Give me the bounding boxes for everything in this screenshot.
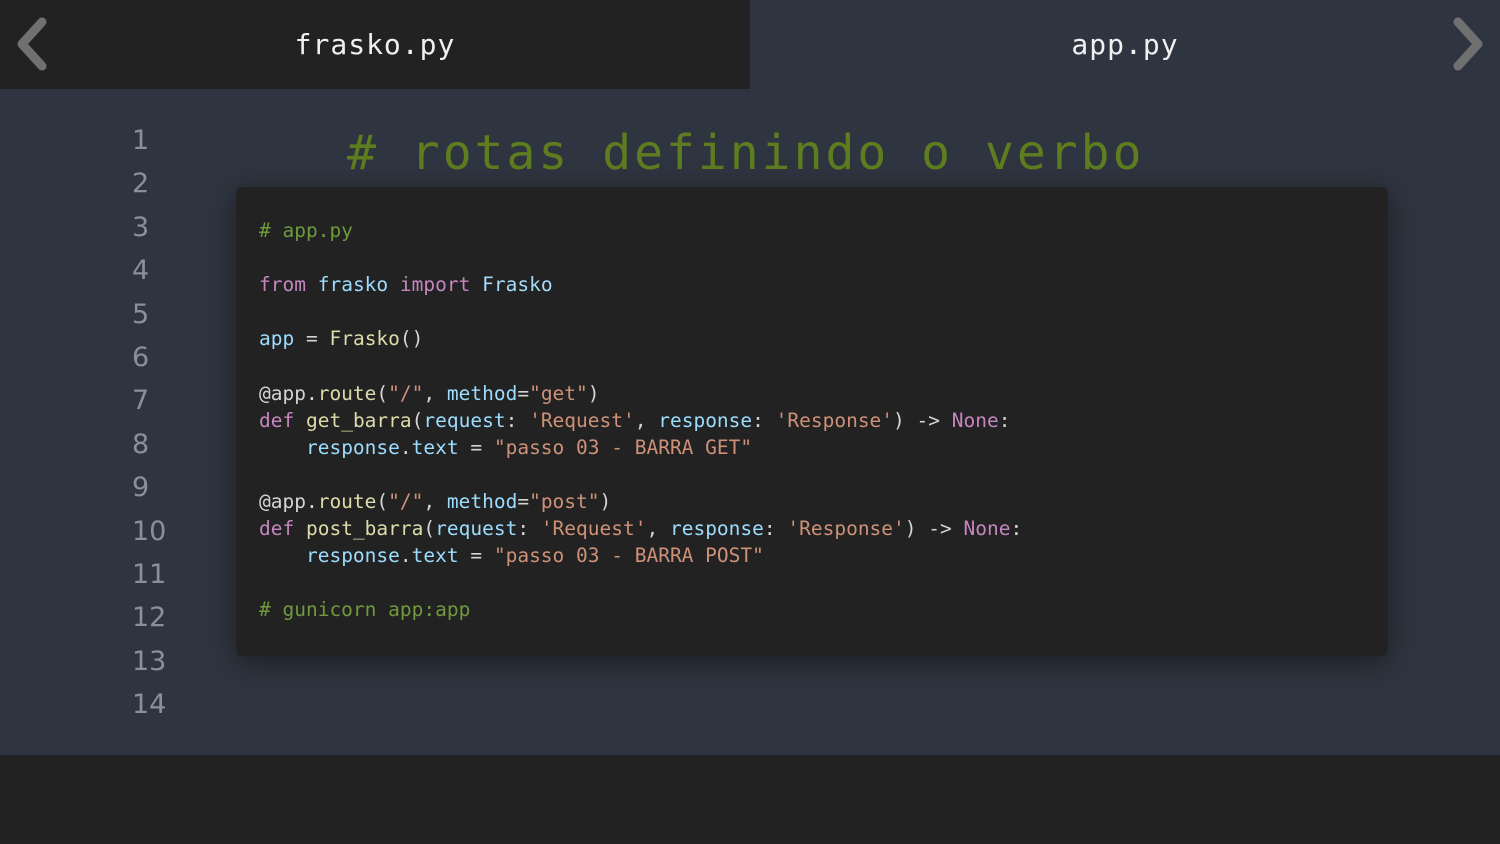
code-line-empty xyxy=(259,244,1022,271)
code-param: request xyxy=(435,517,518,541)
code-line: response.text = "passo 03 - BARRA GET" xyxy=(305,435,753,459)
code-arrow: -> xyxy=(916,517,964,541)
line-number: 12 xyxy=(132,602,167,634)
code-function: get_barra xyxy=(305,408,412,432)
code-line: def post_barra(request: 'Request', respo… xyxy=(259,517,1023,541)
code-string: 'Response' xyxy=(775,408,894,432)
code-decorator: @app. xyxy=(259,489,318,513)
chevron-left-icon[interactable] xyxy=(12,16,52,72)
tab-label: frasko.py xyxy=(294,28,456,61)
line-number: 10 xyxy=(132,515,167,547)
code-function: post_barra xyxy=(305,517,424,541)
code-line: response.text = "passo 03 - BARRA POST" xyxy=(305,544,764,568)
code-line-empty xyxy=(259,461,1022,488)
code-line: from frasko import Frasko xyxy=(259,271,1022,298)
code-string: "passo 03 - BARRA POST" xyxy=(493,544,764,568)
code-line: def get_barra(request: 'Request', respon… xyxy=(259,408,1011,432)
code-line: # app.py xyxy=(259,217,1022,244)
code-variable: response xyxy=(305,544,400,568)
code-param: request xyxy=(423,408,506,432)
line-number: 8 xyxy=(132,428,150,460)
code-keyword: from xyxy=(259,273,306,297)
code-function: route xyxy=(317,381,377,405)
code-string: 'Response' xyxy=(787,517,905,541)
code-string: 'Request' xyxy=(529,408,635,432)
editor-area: 1 2 3 4 5 6 7 8 9 10 11 12 13 14 # rotas… xyxy=(0,89,1500,755)
line-number: 4 xyxy=(132,255,150,287)
code-variable: app xyxy=(259,327,295,351)
code-string: "passo 03 - BARRA GET" xyxy=(493,435,753,459)
code-panel: # app.py from frasko import Frasko app = F… xyxy=(236,187,1388,656)
code-class: Frasko xyxy=(482,273,553,297)
code-comment: # gunicorn app:app xyxy=(259,598,471,622)
code-attribute: text xyxy=(411,435,459,459)
line-number: 6 xyxy=(132,341,150,373)
code-keyword: def xyxy=(259,517,295,541)
chevron-right-icon[interactable] xyxy=(1448,16,1488,72)
code-param: response xyxy=(669,517,764,541)
code-param: response xyxy=(658,408,753,432)
code-param: method xyxy=(446,489,518,513)
line-number: 1 xyxy=(132,125,150,156)
line-number: 11 xyxy=(132,558,167,590)
code-line-empty xyxy=(259,569,1022,596)
code-string: "/" xyxy=(388,381,424,405)
code-attribute: text xyxy=(411,544,459,568)
code-param: method xyxy=(446,381,518,405)
code-line-empty xyxy=(259,352,1022,379)
code-block: # app.py from frasko import Frasko app = F… xyxy=(259,217,1022,623)
code-line: # gunicorn app:app xyxy=(259,596,1022,623)
line-number-gutter: 1 2 3 4 5 6 7 8 9 10 11 12 13 14 xyxy=(0,119,167,726)
tab-bar: frasko.py app.py xyxy=(0,0,1500,89)
line-number: 2 xyxy=(132,168,150,200)
code-keyword: import xyxy=(399,273,471,297)
code-arrow: -> xyxy=(904,408,952,432)
code-keyword: None xyxy=(951,408,999,432)
code-module: frasko xyxy=(317,273,389,297)
line-number: 7 xyxy=(132,385,150,417)
code-operator: = xyxy=(294,327,330,351)
line-number: 9 xyxy=(132,472,150,504)
code-keyword: None xyxy=(963,517,1011,541)
line-number: 14 xyxy=(132,689,167,721)
code-line: @app.route("/", method="post") xyxy=(259,489,612,513)
slide-heading: # rotas definindo o verbo xyxy=(347,125,1145,181)
code-comment: # app.py xyxy=(259,219,353,242)
footer-bar xyxy=(0,755,1500,844)
line-number: 3 xyxy=(132,211,150,243)
code-string: "get" xyxy=(529,381,588,405)
code-line-empty xyxy=(259,298,1022,325)
code-parens: () xyxy=(399,327,424,351)
tab-frasko-py[interactable]: frasko.py xyxy=(0,0,750,89)
code-decorator: @app. xyxy=(259,381,318,405)
code-string: "post" xyxy=(529,489,600,513)
code-line: @app.route("/", method="get") xyxy=(259,381,600,405)
line-number: 5 xyxy=(132,298,150,330)
code-keyword: def xyxy=(259,408,295,432)
tab-label: app.py xyxy=(1071,28,1179,61)
tab-app-py[interactable]: app.py xyxy=(750,0,1500,89)
code-class: Frasko xyxy=(329,327,400,351)
code-variable: response xyxy=(305,435,400,459)
code-function: route xyxy=(317,489,377,513)
code-string: "/" xyxy=(388,489,424,513)
line-number: 13 xyxy=(132,645,167,677)
code-string: 'Request' xyxy=(540,517,647,541)
code-line: app = Frasko() xyxy=(259,325,1022,352)
